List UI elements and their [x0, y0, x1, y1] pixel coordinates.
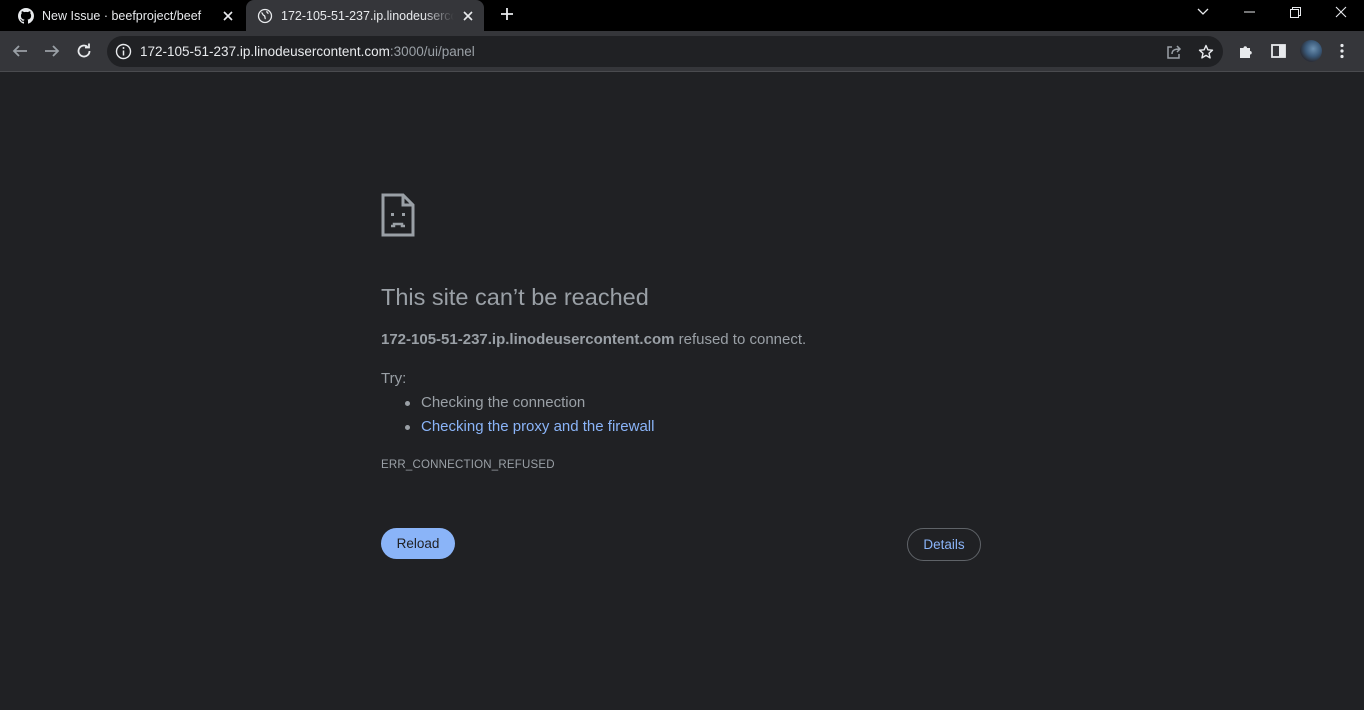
minimize-button[interactable] [1226, 0, 1272, 24]
tab-new-issue[interactable]: New Issue · beefproject/beef [0, 0, 244, 31]
restore-button[interactable] [1272, 0, 1318, 24]
tab-linode-panel[interactable]: 172-105-51-237.ip.linodeusercontent.com:… [246, 0, 484, 31]
chevron-down-icon [1197, 8, 1209, 15]
error-summary-text: refused to connect. [674, 331, 807, 348]
profile-avatar[interactable] [1300, 40, 1322, 62]
url-host: 172-105-51-237.ip.linodeusercontent.com [140, 44, 390, 59]
extensions-button[interactable] [1234, 39, 1258, 63]
new-tab-button[interactable] [496, 3, 518, 25]
back-button[interactable] [8, 39, 32, 63]
star-icon [1198, 44, 1214, 59]
close-window-button[interactable] [1318, 0, 1364, 24]
tab-strip: New Issue · beefproject/beef 172-105-51-… [0, 0, 1364, 31]
url-text[interactable]: 172-105-51-237.ip.linodeusercontent.com:… [140, 44, 475, 59]
side-panel-button[interactable] [1266, 39, 1290, 63]
sad-page-icon [381, 193, 415, 237]
tab-title: New Issue · beefproject/beef [42, 8, 202, 23]
github-icon [18, 7, 34, 24]
close-icon [1335, 6, 1347, 18]
suggestion-check-proxy-link[interactable]: Checking the proxy and the firewall [404, 418, 654, 442]
url-path: :3000/ui/panel [389, 44, 475, 59]
arrow-right-icon [45, 45, 60, 57]
address-bar[interactable]: 172-105-51-237.ip.linodeusercontent.com:… [107, 36, 1223, 67]
suggestion-check-connection: Checking the connection [404, 394, 654, 418]
share-icon [1167, 45, 1182, 59]
forward-button[interactable] [40, 39, 64, 63]
tab-search-button[interactable] [1180, 0, 1226, 24]
error-host: 172-105-51-237.ip.linodeusercontent.com [381, 331, 675, 348]
more-vert-icon [1340, 43, 1344, 59]
bookmark-button[interactable] [1196, 42, 1216, 62]
error-summary: 172-105-51-237.ip.linodeusercontent.com … [381, 331, 806, 348]
close-tab-icon[interactable] [218, 6, 238, 26]
minimize-icon [1243, 11, 1255, 13]
reload-toolbar-button[interactable] [72, 39, 96, 63]
globe-icon [257, 8, 273, 23]
reload-icon [77, 43, 91, 58]
tab-title: 172-105-51-237.ip.linodeusercontent.com:… [281, 8, 454, 23]
side-panel-icon [1270, 44, 1286, 58]
try-label: Try: [381, 370, 407, 387]
error-page: This site can’t be reached 172-105-51-23… [0, 73, 1364, 710]
browser-toolbar: 172-105-51-237.ip.linodeusercontent.com:… [0, 31, 1364, 72]
restore-icon [1289, 6, 1301, 18]
close-tab-icon[interactable] [458, 6, 478, 26]
puzzle-icon [1240, 46, 1252, 58]
error-title: This site can’t be reached [381, 284, 649, 310]
menu-button[interactable] [1330, 39, 1354, 63]
info-icon[interactable] [115, 43, 132, 60]
reload-button[interactable]: Reload [381, 528, 455, 559]
error-code: ERR_CONNECTION_REFUSED [381, 459, 555, 471]
suggestion-list: Checking the connection Checking the pro… [404, 394, 654, 442]
details-button[interactable]: Details [907, 528, 981, 561]
plus-icon [501, 8, 513, 20]
arrow-left-icon [12, 45, 27, 57]
share-button[interactable] [1164, 42, 1184, 62]
